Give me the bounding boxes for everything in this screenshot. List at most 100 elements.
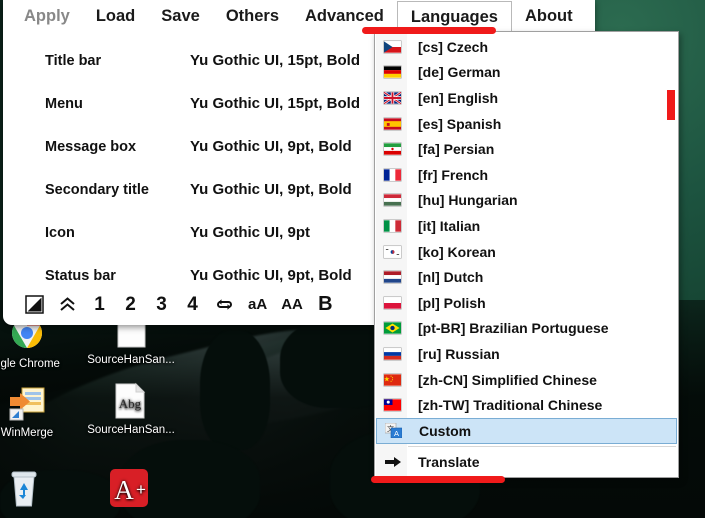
wallpaper-tree bbox=[200, 330, 270, 450]
font-row-name: Message box bbox=[45, 138, 137, 155]
desktop-icon-recycle-bin[interactable] bbox=[0, 468, 79, 510]
menu-item-label: About bbox=[524, 7, 573, 25]
bold-icon[interactable]: B bbox=[317, 293, 334, 315]
menu-item-label: [fa] Persian bbox=[418, 141, 495, 158]
menu-item-apply[interactable]: Apply bbox=[11, 0, 83, 33]
menu-item-fr[interactable]: [fr] French bbox=[375, 162, 678, 188]
menu-item-about[interactable]: About bbox=[512, 0, 586, 33]
menu-item-label: [de] German bbox=[418, 64, 501, 81]
desktop-icon-label: SourceHanSan... bbox=[87, 424, 175, 436]
refresh-swap-icon[interactable] bbox=[215, 293, 234, 315]
preset-1-icon[interactable]: 1 bbox=[91, 293, 108, 315]
menu-item-de[interactable]: [de] German bbox=[375, 60, 678, 86]
font-size-small-icon[interactable]: aA bbox=[248, 293, 267, 315]
desktop-icon-winmerge[interactable]: WinMerge bbox=[0, 385, 82, 440]
font-row-value: Yu Gothic UI, 15pt, Bold bbox=[190, 95, 361, 112]
font-file-abg-icon: Abg bbox=[76, 382, 186, 422]
annotation-underline-custom bbox=[371, 476, 505, 483]
font-row-value: Yu Gothic UI, 9pt, Bold bbox=[190, 181, 352, 198]
menu-item-label: Custom bbox=[419, 422, 472, 439]
toolbar-label: 4 bbox=[187, 293, 198, 315]
languages-dropdown-menu: [cs] Czech [de] German [en] English [es]… bbox=[374, 31, 679, 478]
menu-item-label: Languages bbox=[410, 7, 498, 26]
menu-item-label: [zh-TW] Traditional Chinese bbox=[418, 397, 603, 414]
menu-item-label: [en] English bbox=[418, 89, 499, 106]
menu-item-fa[interactable]: [fa] Persian bbox=[375, 136, 678, 162]
menu-item-label: Advanced bbox=[305, 7, 384, 25]
svg-text:+: + bbox=[136, 480, 146, 499]
menu-item-pt-br[interactable]: [pt-BR] Brazilian Portuguese bbox=[375, 316, 678, 342]
uk-flag-icon bbox=[379, 91, 406, 104]
svg-text:Abg: Abg bbox=[119, 396, 142, 411]
double-chevron-up-icon[interactable] bbox=[58, 293, 77, 315]
menu-item-en[interactable]: [en] English bbox=[375, 85, 678, 111]
font-row-name: Menu bbox=[45, 95, 83, 112]
menu-separator bbox=[408, 445, 676, 447]
taiwan-flag-icon bbox=[379, 399, 406, 411]
annotation-marker-right bbox=[667, 90, 675, 120]
menu-item-label: [es] Spanish bbox=[418, 115, 502, 132]
svg-text:A: A bbox=[394, 429, 399, 438]
menu-item-zh-cn[interactable]: [zh-CN] Simplified Chinese bbox=[375, 367, 678, 393]
toolbar-label: aA bbox=[248, 295, 268, 313]
menu-item-zh-tw[interactable]: [zh-TW] Traditional Chinese bbox=[375, 392, 678, 418]
preset-3-icon[interactable]: 3 bbox=[153, 293, 170, 315]
spanish-flag-icon bbox=[379, 117, 406, 130]
menu-item-cs[interactable]: [cs] Czech bbox=[375, 34, 678, 60]
menu-item-it[interactable]: [it] Italian bbox=[375, 213, 678, 239]
menu-item-label: Save bbox=[161, 7, 200, 25]
menu-item-label: [ko] Korean bbox=[418, 243, 496, 260]
desktop-icon-label: WinMerge bbox=[0, 427, 54, 439]
preset-2-icon[interactable]: 2 bbox=[122, 293, 139, 315]
menu-item-pl[interactable]: [pl] Polish bbox=[375, 290, 678, 316]
font-row-name: Icon bbox=[45, 224, 75, 241]
font-row-name: Status bar bbox=[45, 267, 116, 284]
menu-item-translate[interactable]: Translate bbox=[375, 449, 678, 475]
menu-item-label: [fr] French bbox=[418, 166, 488, 183]
contrast-square-icon[interactable] bbox=[25, 293, 44, 315]
menu-item-custom[interactable]: 文 A Custom bbox=[376, 417, 677, 444]
recycle-bin-icon bbox=[0, 468, 79, 508]
menu-item-label: Load bbox=[95, 7, 136, 25]
menu-item-load[interactable]: Load bbox=[83, 0, 148, 33]
menu-bar: Apply Load Save Others Advanced Language… bbox=[3, 0, 595, 33]
menu-item-nl[interactable]: [nl] Dutch bbox=[375, 264, 678, 290]
menu-item-ru[interactable]: [ru] Russian bbox=[375, 341, 678, 367]
font-row-value: Yu Gothic UI, 9pt, Bold bbox=[190, 138, 352, 155]
arrow-right-icon bbox=[379, 455, 406, 469]
menu-item-label: Others bbox=[225, 7, 279, 25]
winmerge-icon bbox=[0, 385, 82, 425]
brazil-flag-icon bbox=[379, 322, 406, 334]
toolbar: 1 2 3 4 aA AA B bbox=[3, 289, 334, 319]
dutch-flag-icon bbox=[379, 271, 406, 283]
french-flag-icon bbox=[379, 169, 406, 181]
font-row-value: Yu Gothic UI, 15pt, Bold bbox=[190, 52, 361, 69]
hungarian-flag-icon bbox=[379, 194, 406, 207]
menu-item-ko[interactable]: [ko] Korean bbox=[375, 239, 678, 265]
menu-item-label: [cs] Czech bbox=[418, 38, 489, 55]
toolbar-label: B bbox=[318, 293, 333, 315]
menu-item-es[interactable]: [es] Spanish bbox=[375, 111, 678, 137]
menu-item-label: [hu] Hungarian bbox=[418, 192, 518, 209]
annotation-underline-languages bbox=[362, 27, 496, 34]
toolbar-label: 2 bbox=[125, 293, 136, 315]
menu-item-label: [pl] Polish bbox=[418, 294, 486, 311]
china-flag-icon bbox=[379, 373, 406, 386]
preset-4-icon[interactable]: 4 bbox=[184, 293, 201, 315]
german-flag-icon bbox=[379, 66, 406, 79]
toolbar-label: 1 bbox=[94, 293, 105, 315]
menu-item-save[interactable]: Save bbox=[148, 0, 213, 33]
korean-flag-icon bbox=[379, 245, 406, 258]
menu-item-hu[interactable]: [hu] Hungarian bbox=[375, 188, 678, 214]
font-row-name: Title bar bbox=[45, 52, 102, 69]
menu-item-label: Translate bbox=[418, 453, 480, 470]
font-size-large-icon[interactable]: AA bbox=[281, 293, 303, 315]
desktop-icon-sourcehansans-2[interactable]: Abg SourceHanSan... bbox=[76, 382, 186, 437]
czech-flag-icon bbox=[379, 41, 406, 53]
menu-item-label: [nl] Dutch bbox=[418, 269, 484, 286]
menu-item-others[interactable]: Others bbox=[213, 0, 292, 33]
svg-text:A: A bbox=[114, 475, 134, 505]
font-row-value: Yu Gothic UI, 9pt, Bold bbox=[190, 267, 352, 284]
desktop-icon-a-plus[interactable]: A + bbox=[74, 468, 184, 510]
iran-flag-icon bbox=[379, 143, 406, 155]
